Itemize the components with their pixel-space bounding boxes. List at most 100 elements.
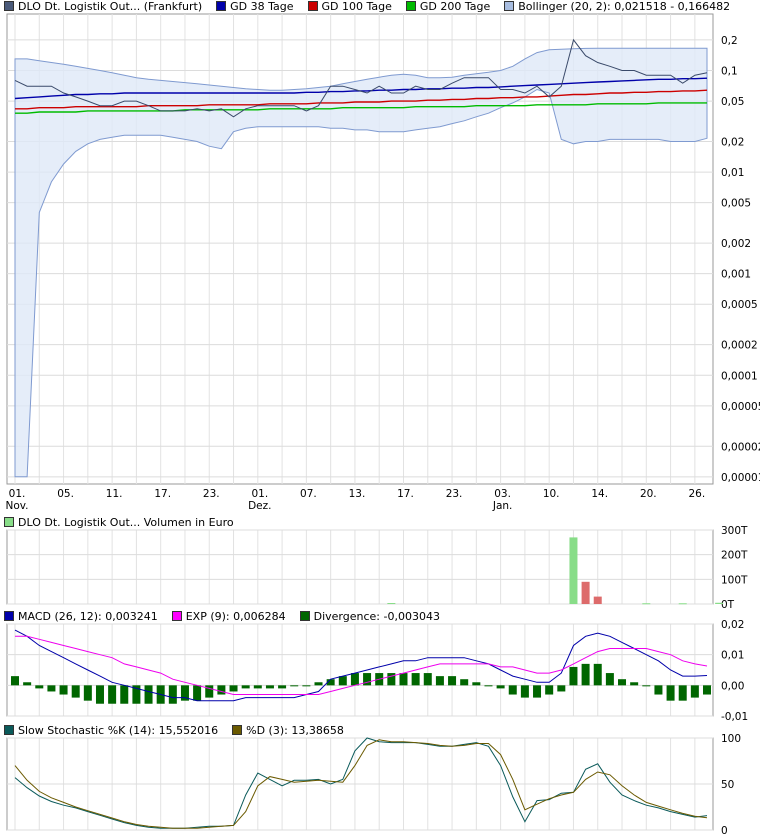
x-tick-label: 14. xyxy=(591,488,608,500)
divergence-bar xyxy=(193,685,202,701)
y-tick-label: 100 xyxy=(721,733,741,745)
divergence-bar xyxy=(472,682,481,686)
divergence-bar xyxy=(605,673,614,686)
x-month-label: Nov. xyxy=(5,500,28,512)
y-tick-label: 0,02 xyxy=(721,619,744,631)
y-tick-label: 0,0005 xyxy=(721,299,758,311)
y-tick-label: 50 xyxy=(721,779,734,791)
x-tick-label: 23. xyxy=(203,488,220,500)
divergence-bar xyxy=(484,685,493,687)
divergence-bar xyxy=(83,685,92,701)
y-tick-label: 0,00005 xyxy=(721,401,760,413)
divergence-bar xyxy=(581,663,590,686)
x-tick-label: 23. xyxy=(446,488,463,500)
x-tick-label: 05. xyxy=(57,488,74,500)
x-tick-label: 26. xyxy=(689,488,706,500)
divergence-bar xyxy=(11,676,19,686)
divergence-bar xyxy=(217,685,226,695)
divergence-bar xyxy=(120,685,129,704)
divergence-bar xyxy=(168,685,177,704)
divergence-bar xyxy=(302,685,311,687)
divergence-bar xyxy=(557,685,566,692)
divergence-bar xyxy=(678,685,687,701)
divergence-bar xyxy=(35,685,44,689)
divergence-bar xyxy=(265,685,274,689)
x-tick-label: 17. xyxy=(154,488,171,500)
divergence-bar xyxy=(508,685,517,695)
y-tick-label: 0,05 xyxy=(721,96,744,108)
divergence-bar xyxy=(229,685,238,692)
y-tick-label: 0,01 xyxy=(721,167,744,179)
y-tick-label: 100T xyxy=(721,574,748,586)
divergence-bar xyxy=(703,685,711,695)
x-month-label: Jan. xyxy=(492,500,513,512)
volume-bar xyxy=(387,603,396,605)
y-tick-label: -0,01 xyxy=(721,711,748,723)
divergence-bar xyxy=(496,685,505,689)
volume-bar xyxy=(569,537,578,604)
divergence-bar xyxy=(23,682,32,686)
x-tick-label: 01. xyxy=(251,488,268,500)
volume-bar xyxy=(715,602,724,604)
divergence-bar xyxy=(290,685,299,687)
divergence-bar xyxy=(59,685,68,695)
divergence-bar xyxy=(654,685,663,695)
divergence-bar xyxy=(241,685,250,689)
x-month-label: Dez. xyxy=(248,500,271,512)
divergence-bar xyxy=(666,685,675,701)
volume-bar xyxy=(593,596,602,604)
y-tick-label: 300T xyxy=(721,525,748,537)
divergence-bar xyxy=(569,666,578,686)
x-tick-label: 17. xyxy=(397,488,414,500)
divergence-bar xyxy=(423,673,432,686)
divergence-bar xyxy=(314,682,323,686)
divergence-bar xyxy=(253,685,262,689)
y-tick-label: 0,00002 xyxy=(721,441,760,453)
divergence-bar xyxy=(144,685,153,704)
divergence-bar xyxy=(95,685,104,704)
divergence-bar xyxy=(618,679,627,686)
x-tick-label: 13. xyxy=(349,488,366,500)
y-tick-label: 0,0002 xyxy=(721,340,758,352)
y-tick-label: 0,00 xyxy=(721,680,744,692)
x-tick-label: 11. xyxy=(106,488,123,500)
divergence-bar xyxy=(545,685,554,695)
y-tick-label: 200T xyxy=(721,550,748,562)
y-tick-label: 0,0001 xyxy=(721,370,758,382)
y-tick-label: 0,002 xyxy=(721,238,751,250)
y-tick-label: 0,02 xyxy=(721,137,744,149)
volume-bar xyxy=(678,603,687,605)
y-tick-label: 0,001 xyxy=(721,269,751,281)
divergence-bar xyxy=(205,685,214,698)
y-tick-label: 0 xyxy=(721,825,728,837)
divergence-bar xyxy=(411,673,420,686)
y-tick-label: 0T xyxy=(721,599,735,611)
y-tick-label: 0,005 xyxy=(721,198,751,210)
divergence-bar xyxy=(642,685,651,687)
plot-area xyxy=(6,529,714,605)
volume-bar xyxy=(581,581,590,604)
x-tick-label: 01. xyxy=(9,488,26,500)
volume-bar xyxy=(642,603,651,605)
x-tick-label: 20. xyxy=(640,488,657,500)
divergence-bar xyxy=(47,685,56,692)
divergence-bar xyxy=(435,676,444,686)
x-tick-label: 07. xyxy=(300,488,317,500)
y-tick-label: 0,2 xyxy=(721,35,738,47)
divergence-bar xyxy=(108,685,117,704)
divergence-bar xyxy=(448,676,457,686)
divergence-bar xyxy=(520,685,529,698)
x-tick-label: 10. xyxy=(543,488,560,500)
y-tick-label: 0,00001 xyxy=(721,472,760,484)
divergence-bar xyxy=(460,679,469,686)
divergence-bar xyxy=(350,673,359,686)
divergence-bar xyxy=(690,685,699,698)
divergence-bar xyxy=(533,685,542,698)
divergence-bar xyxy=(399,673,408,686)
divergence-bar xyxy=(630,682,639,686)
stock-chart: 0,20,10,050,020,010,0050,0020,0010,00050… xyxy=(5,13,760,837)
y-tick-label: 0,1 xyxy=(721,66,738,78)
divergence-bar xyxy=(71,685,80,698)
y-tick-label: 0,01 xyxy=(721,650,744,662)
divergence-bar xyxy=(278,685,287,689)
